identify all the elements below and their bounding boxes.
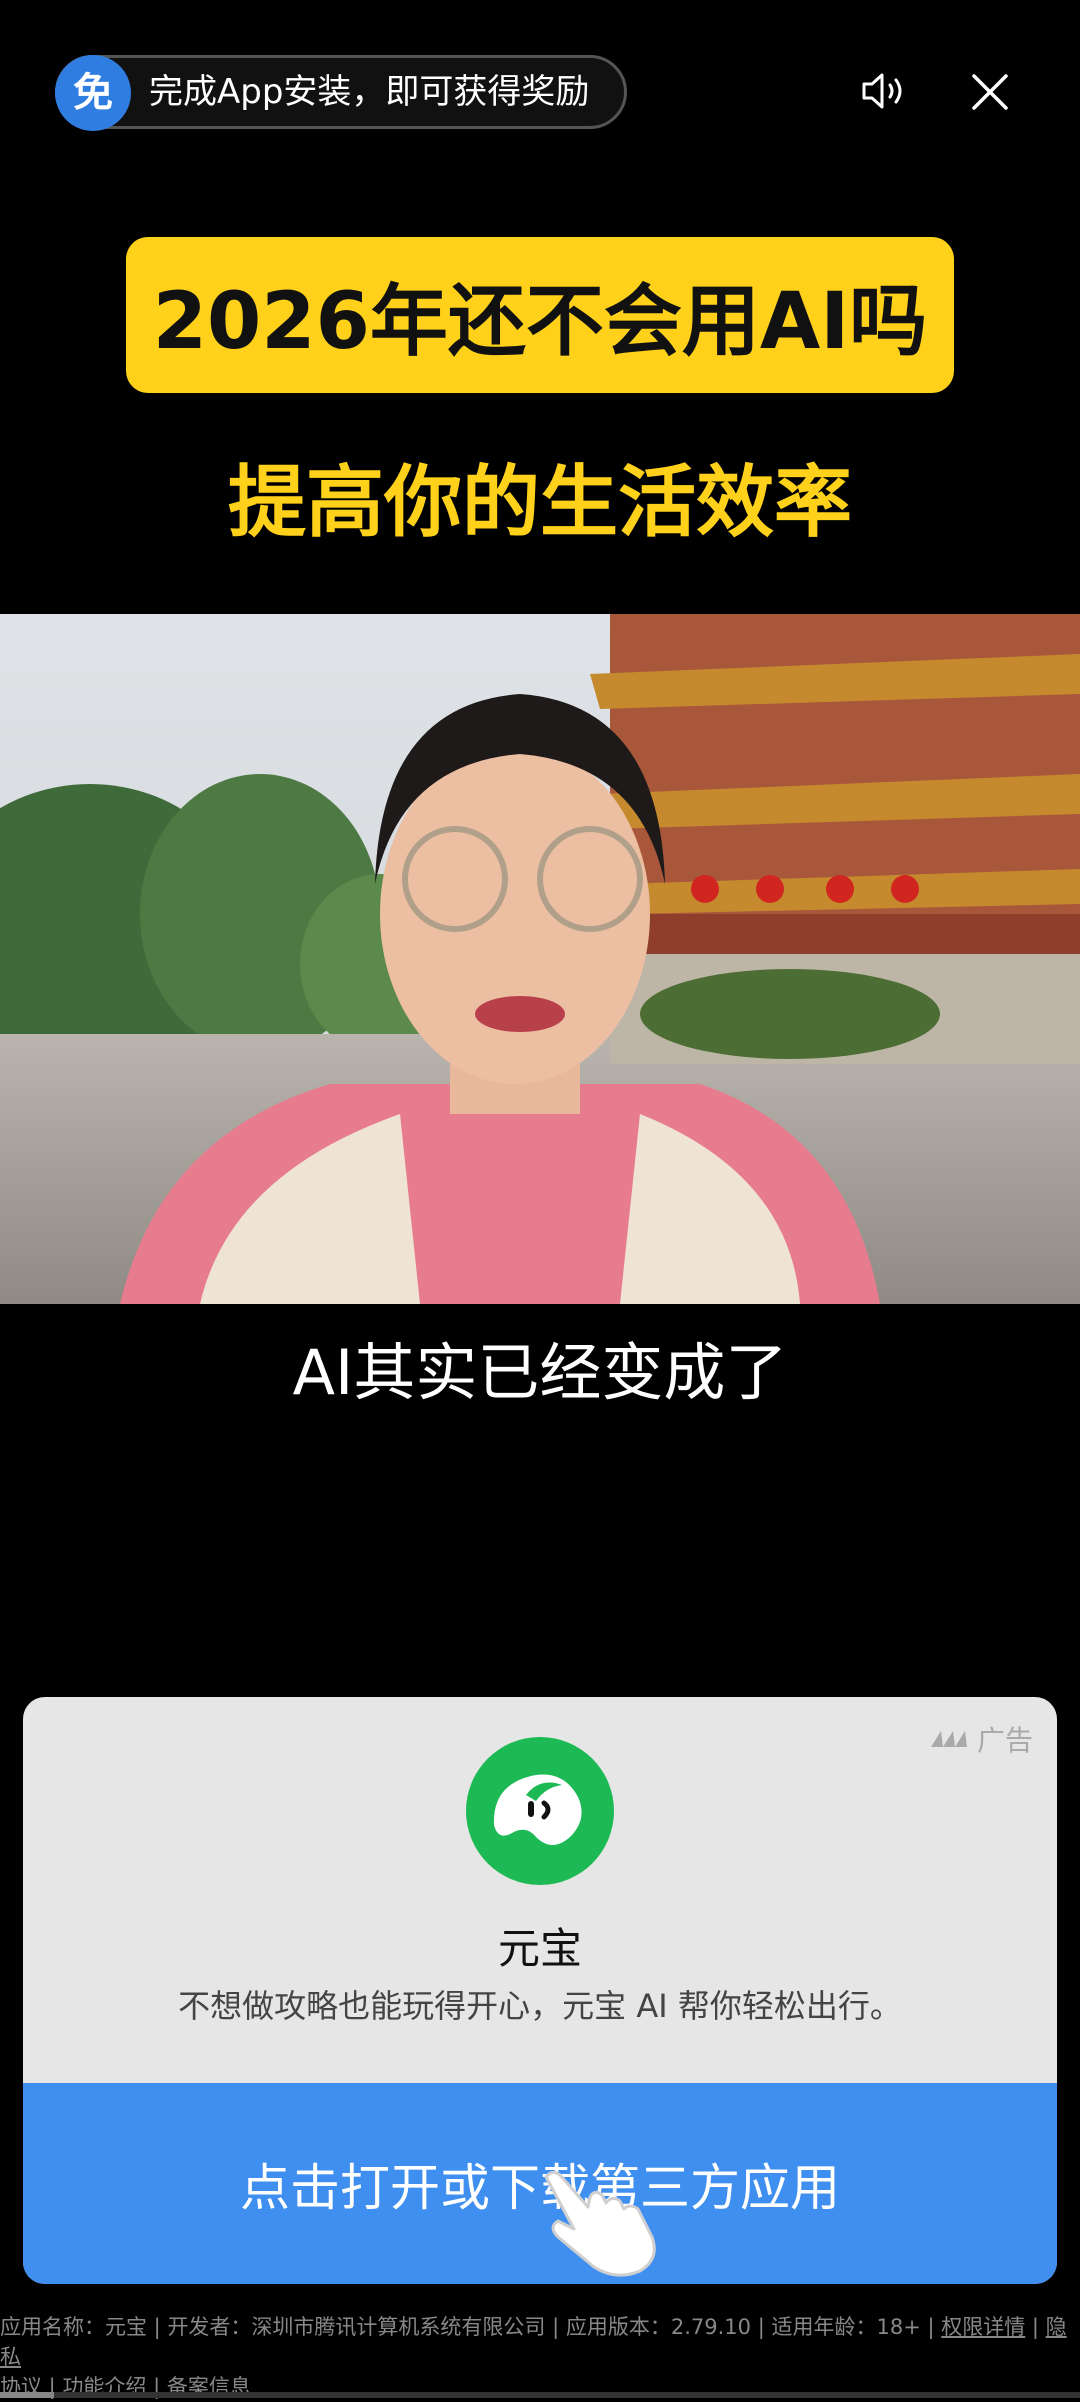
headline-banner: 2026年还不会用AI吗 [126,237,954,393]
footer-app-name: 应用名称：元宝 [0,2315,147,2339]
volume-icon[interactable] [858,65,910,117]
free-badge: 免 [55,55,131,131]
ad-card[interactable]: 广告 元宝 不想做攻略也能玩得开心，元宝 AI 帮你轻松出行。 点击打开或下载第… [23,1697,1057,2284]
subheadline-text: 提高你的生活效率 [227,458,852,548]
app-name: 元宝 [497,1924,582,1973]
app-info-footer: 应用名称：元宝 | 开发者：深圳市腾讯计算机系统有限公司 | 应用版本：2.79… [0,2315,1067,2399]
footer-version: 应用版本：2.79.10 [565,2315,752,2339]
ad-label-text: 广告 [976,1724,1033,1757]
tap-hand-icon [528,2167,678,2277]
permissions-link[interactable]: 权限详情 [941,2315,1025,2339]
yuanbao-app-icon[interactable] [466,1737,614,1885]
ad-label: 广告 [929,1719,1033,1759]
footer-age-rating: 适用年龄：18+ [771,2315,921,2339]
headline-text: 2026年还不会用AI吗 [152,277,928,367]
video-caption: AI其实已经变成了 [292,1336,788,1409]
app-description: 不想做攻略也能玩得开心，元宝 AI 帮你轻松出行。 [178,1987,902,2025]
close-icon[interactable] [962,64,1018,120]
video-progress-fill [0,2392,54,2398]
video-frame[interactable] [0,614,1080,1304]
reward-text: 完成App安装，即可获得奖励 [149,72,590,112]
footer-developer: 开发者：深圳市腾讯计算机系统有限公司 [167,2315,546,2339]
ad-network-icon [929,1723,971,1756]
video-progress-bar[interactable] [0,2392,1080,2398]
